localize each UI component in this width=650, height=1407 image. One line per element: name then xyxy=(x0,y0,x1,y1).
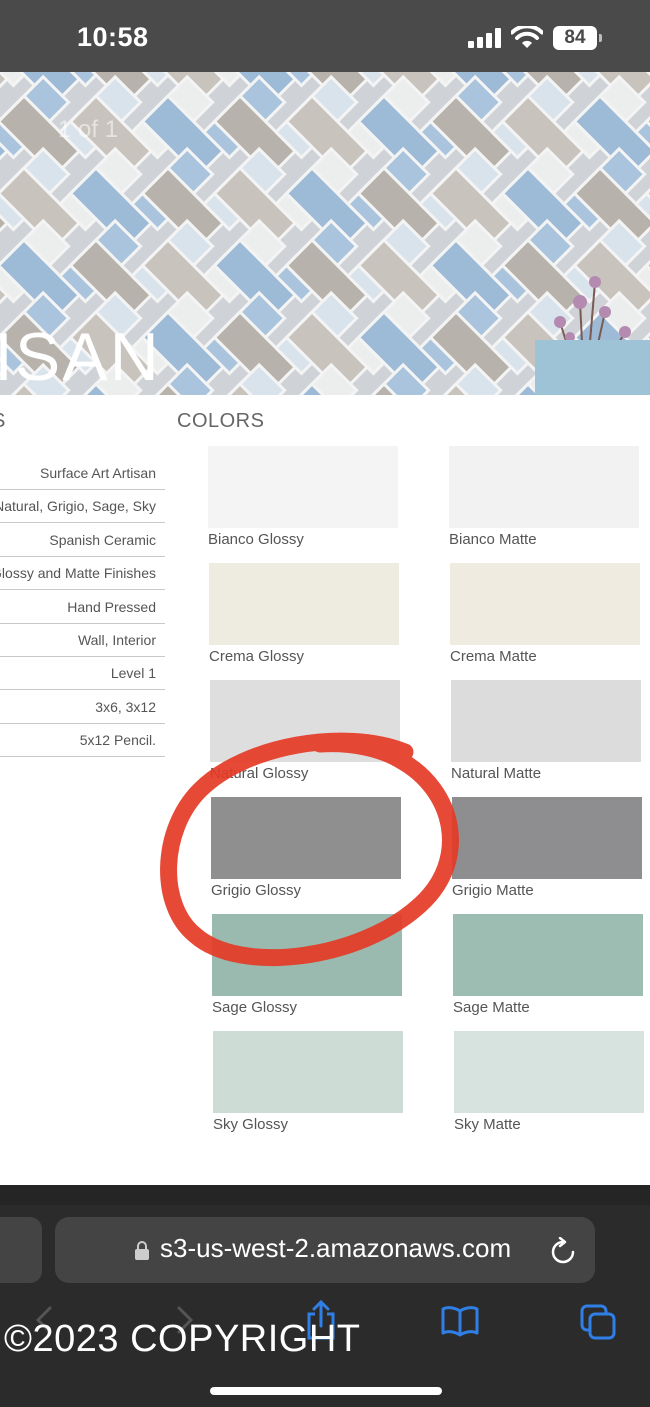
swatch-label: Grigio Glossy xyxy=(211,882,302,899)
swatch-label: Sky Glossy xyxy=(213,1116,289,1133)
home-indicator[interactable] xyxy=(210,1387,442,1395)
color-swatch xyxy=(450,563,640,645)
vase xyxy=(535,340,650,395)
swatch-label: Crema Matte xyxy=(450,648,537,665)
spec-row: .5x12 Pencil xyxy=(0,724,165,758)
color-swatch xyxy=(211,797,401,879)
reload-icon[interactable] xyxy=(550,1237,576,1265)
color-swatch xyxy=(209,563,399,645)
hero-title: ISAN xyxy=(0,319,161,395)
spec-row: Glossy and Matte Finishes xyxy=(0,557,165,591)
bookmarks-icon[interactable] xyxy=(441,1305,479,1337)
color-swatch xyxy=(210,680,400,762)
hero-tile-image: 1 of 1 ISAN xyxy=(0,72,650,395)
color-swatch xyxy=(453,914,643,996)
spec-row: 3x6, 3x12 xyxy=(0,691,165,724)
page-indicator: 1 of 1 xyxy=(58,116,119,143)
color-swatch xyxy=(212,914,402,996)
spec-row: Hand Pressed xyxy=(0,591,165,624)
copyright-watermark: ©2023 COPYRIGHT xyxy=(4,1318,361,1360)
colors-heading: COLORS xyxy=(177,410,265,432)
specs-heading: S xyxy=(0,410,5,433)
color-swatch xyxy=(452,797,642,879)
swatch-label: Bianco Matte xyxy=(449,531,537,548)
url-text[interactable]: s3-us-west-2.amazonaws.com xyxy=(160,1233,511,1264)
wifi-icon xyxy=(511,26,543,48)
status-bar: 10:58 84 xyxy=(0,0,650,72)
spec-row: Surface Art Artisan xyxy=(0,457,165,490)
tabs-icon[interactable] xyxy=(580,1304,616,1340)
color-swatch xyxy=(208,446,398,528)
spec-row: Spanish Ceramic xyxy=(0,524,165,557)
spec-row: Wall, Interior xyxy=(0,624,165,657)
spec-row: Level 1 xyxy=(0,657,165,691)
signal-icon xyxy=(468,28,502,48)
swatch-label: Natural Matte xyxy=(451,765,542,782)
swatch-label: Sage Glossy xyxy=(212,999,298,1016)
swatch-label: Sage Matte xyxy=(453,999,530,1016)
battery-icon: 84 xyxy=(553,26,602,50)
swatch-label: Sky Matte xyxy=(454,1116,521,1133)
lock-icon xyxy=(135,1241,149,1260)
status-time: 10:58 xyxy=(77,22,149,52)
swatch-label: Grigio Matte xyxy=(452,882,534,899)
color-swatch xyxy=(449,446,639,528)
color-swatch xyxy=(213,1031,403,1113)
previous-tab[interactable] xyxy=(0,1217,42,1283)
color-swatch xyxy=(451,680,641,762)
swatch-label: Bianco Glossy xyxy=(208,531,304,548)
swatch-label: Crema Glossy xyxy=(209,648,305,665)
swatch-label: Natural Glossy xyxy=(210,765,309,782)
color-swatch xyxy=(454,1031,644,1113)
spec-row: a, Natural, Grigio, Sage, Sky xyxy=(0,490,165,524)
